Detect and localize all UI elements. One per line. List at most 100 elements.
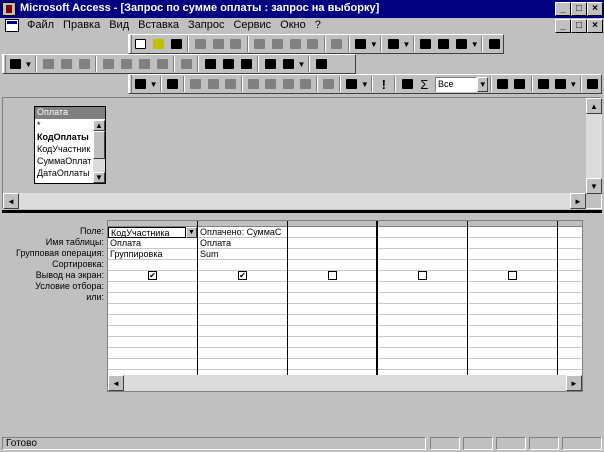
copy-icon[interactable] xyxy=(268,36,286,53)
field-list-item[interactable]: КодУчастник xyxy=(35,143,91,155)
menu-view[interactable]: Вид xyxy=(108,19,130,31)
totals-icon[interactable]: Σ xyxy=(416,76,433,93)
menu-query[interactable]: Запрос xyxy=(187,19,225,31)
doc-close-button[interactable]: × xyxy=(587,19,603,33)
maximize-button[interactable]: □ xyxy=(571,2,587,16)
field-list-item-primary-key[interactable]: КодОплаты xyxy=(35,131,91,143)
grid-column-4[interactable] xyxy=(378,221,468,391)
grid-show-checkbox-4[interactable] xyxy=(418,271,427,280)
chevron-down-icon[interactable]: ▼ xyxy=(477,76,488,92)
scroll-left-icon[interactable]: ◄ xyxy=(108,375,124,391)
format-painter-icon[interactable] xyxy=(297,76,314,93)
menu-tools[interactable]: Сервис xyxy=(232,19,272,31)
grid-cell-sort-1[interactable] xyxy=(108,260,196,271)
print-icon[interactable] xyxy=(187,76,204,93)
new-icon[interactable] xyxy=(132,36,150,53)
query-window-icon[interactable] xyxy=(5,19,19,32)
paste-icon[interactable] xyxy=(135,56,153,73)
undo-icon[interactable] xyxy=(177,56,195,73)
print-preview-icon[interactable] xyxy=(209,36,227,53)
spelling-icon[interactable] xyxy=(227,36,245,53)
format-painter-icon[interactable] xyxy=(153,56,171,73)
paste-icon[interactable] xyxy=(286,36,304,53)
chevron-down-icon[interactable]: ▼ xyxy=(569,76,578,92)
properties-icon[interactable] xyxy=(417,36,435,53)
build-icon[interactable] xyxy=(511,76,528,93)
field-list-oplata[interactable]: Оплата * КодОплаты КодУчастник СуммаОпла… xyxy=(34,106,106,184)
chevron-down-icon[interactable]: ▼ xyxy=(186,227,197,238)
scroll-up-icon[interactable]: ▲ xyxy=(93,120,105,131)
database-window-icon[interactable] xyxy=(535,76,552,93)
build-icon[interactable] xyxy=(237,56,255,73)
query-design-grid[interactable]: КодУчастника ▼ Оплата Группировка ✔ Опла… xyxy=(107,220,583,392)
query-type-icon[interactable] xyxy=(343,76,360,93)
new-object-icon[interactable] xyxy=(552,76,569,93)
grid-cell-or-1[interactable] xyxy=(108,293,196,304)
close-button[interactable]: × xyxy=(587,2,603,16)
field-list-item[interactable]: ДатаОплаты xyxy=(35,167,91,179)
chevron-down-icon[interactable]: ▼ xyxy=(361,76,370,92)
scroll-up-icon[interactable]: ▲ xyxy=(586,98,602,114)
print-preview-icon[interactable] xyxy=(57,56,75,73)
minimize-button[interactable]: _ xyxy=(555,2,571,16)
run-icon[interactable]: ! xyxy=(375,76,392,93)
grid-show-checkbox-5[interactable] xyxy=(508,271,517,280)
grid-cell-criteria-2[interactable] xyxy=(198,282,286,293)
scroll-right-icon[interactable]: ► xyxy=(566,375,582,391)
grid-column-5[interactable] xyxy=(468,221,558,391)
field-list-scrollbar[interactable]: ▲ ▼ xyxy=(93,120,105,183)
chevron-down-icon[interactable]: ▼ xyxy=(369,36,378,52)
menu-window[interactable]: Окно xyxy=(279,19,307,31)
grid-cell-total-2[interactable]: Sum xyxy=(198,249,286,260)
field-list-item[interactable]: * xyxy=(35,119,91,131)
grid-show-checkbox-3[interactable] xyxy=(328,271,337,280)
cut-icon[interactable] xyxy=(245,76,262,93)
help-icon[interactable] xyxy=(485,36,503,53)
chevron-down-icon[interactable]: ▼ xyxy=(402,36,411,52)
properties-icon[interactable] xyxy=(494,76,511,93)
copy-icon[interactable] xyxy=(117,56,135,73)
menu-edit[interactable]: Правка xyxy=(62,19,101,31)
database-window-icon[interactable] xyxy=(261,56,279,73)
scroll-down-icon[interactable]: ▼ xyxy=(586,178,602,194)
scroll-right-icon[interactable]: ► xyxy=(570,193,586,209)
analyze-icon[interactable] xyxy=(384,36,402,53)
help-icon[interactable] xyxy=(312,56,330,73)
grid-column-3[interactable] xyxy=(288,221,378,391)
top-values-combo[interactable]: Все xyxy=(434,76,478,92)
copy-icon[interactable] xyxy=(262,76,279,93)
table-pane-hscrollbar[interactable]: ◄ ► xyxy=(3,193,586,209)
paste-icon[interactable] xyxy=(279,76,296,93)
open-icon[interactable] xyxy=(150,36,168,53)
field-list-title[interactable]: Оплата xyxy=(35,107,105,119)
grid-cell-field-2[interactable]: Оплачено: СуммаС xyxy=(198,227,286,238)
doc-restore-button[interactable]: □ xyxy=(571,19,587,33)
grid-hscrollbar[interactable]: ◄ ► xyxy=(108,375,582,391)
table-pane-vscrollbar[interactable]: ▲ ▼ xyxy=(586,98,602,194)
scroll-left-icon[interactable]: ◄ xyxy=(3,193,19,209)
scroll-down-icon[interactable]: ▼ xyxy=(93,172,105,183)
office-links-icon[interactable] xyxy=(352,36,370,53)
spelling-icon[interactable] xyxy=(222,76,239,93)
access-app-icon[interactable] xyxy=(2,2,16,16)
chevron-down-icon[interactable]: ▼ xyxy=(470,36,479,52)
print-icon[interactable] xyxy=(39,56,57,73)
grid-show-checkbox-2[interactable]: ✔ xyxy=(238,271,247,280)
help-icon[interactable] xyxy=(584,76,601,93)
show-table-icon[interactable] xyxy=(398,76,415,93)
grid-cell-or-2[interactable] xyxy=(198,293,286,304)
spelling-icon[interactable] xyxy=(75,56,93,73)
grid-show-checkbox-1[interactable]: ✔ xyxy=(148,271,157,280)
chevron-down-icon[interactable]: ▼ xyxy=(297,56,306,72)
chevron-down-icon[interactable]: ▼ xyxy=(24,56,33,72)
new-object-icon[interactable] xyxy=(452,36,470,53)
save-icon[interactable] xyxy=(168,36,186,53)
undo-icon[interactable] xyxy=(328,36,346,53)
properties-icon[interactable] xyxy=(219,56,237,73)
view-icon[interactable] xyxy=(132,76,149,93)
scroll-thumb[interactable] xyxy=(93,131,105,159)
grid-cell-sort-2[interactable] xyxy=(198,260,286,271)
field-list-item[interactable]: СуммаОплать xyxy=(35,155,91,167)
cut-icon[interactable] xyxy=(99,56,117,73)
menu-insert[interactable]: Вставка xyxy=(137,19,180,31)
